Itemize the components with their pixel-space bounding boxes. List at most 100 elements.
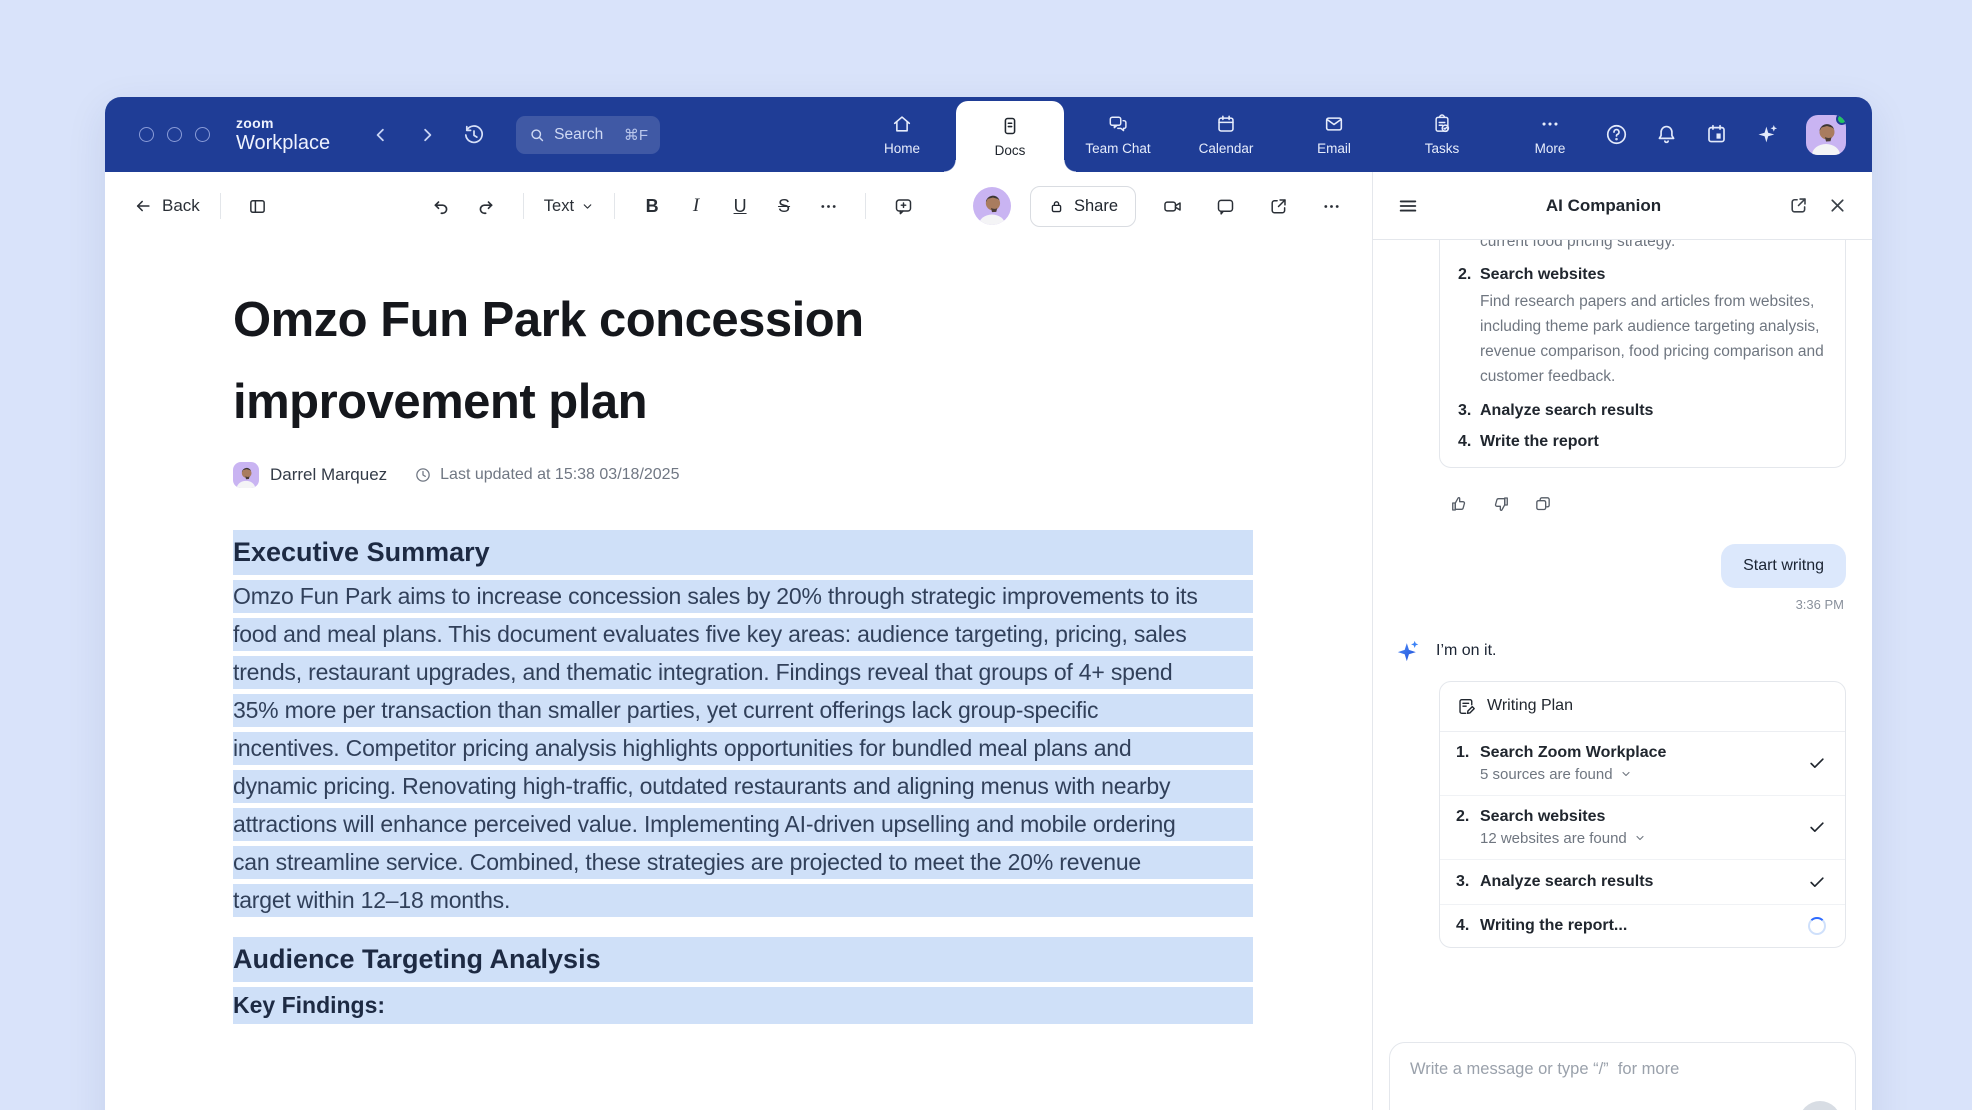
check-icon [1805,817,1829,837]
plan-item-subtext: 12 websites are found [1480,830,1627,847]
back-button[interactable]: Back [133,196,200,216]
plan-item-number: 2. [1456,808,1480,826]
redo-icon[interactable] [469,189,503,223]
text-style-dropdown[interactable]: Text [544,197,594,216]
user-avatar[interactable] [1806,115,1846,155]
notifications-bell-icon[interactable] [1654,122,1679,147]
paragraph-line: food and meal plans. This document evalu… [233,618,1253,651]
paragraph-line: target within 12–18 months. [233,884,1253,917]
undo-icon[interactable] [425,189,459,223]
share-button[interactable]: Share [1030,186,1136,227]
more-actions-icon[interactable] [1314,189,1348,223]
chevron-down-icon [581,200,594,213]
ai-message-composer[interactable] [1389,1042,1856,1110]
message-timestamp: 3:36 PM [1401,597,1844,612]
paragraph-line: 35% more per transaction than smaller pa… [233,694,1253,727]
executive-summary-paragraph: Omzo Fun Park aims to increase concessio… [233,580,1253,917]
bold-button[interactable]: B [635,189,669,223]
document-body[interactable]: Omzo Fun Park concession improvement pla… [233,292,1253,1024]
tab-home[interactable]: Home [848,97,956,172]
ai-conversation-scroll[interactable]: current food pricing strategy. 2. Search… [1373,240,1872,1026]
title-line-2: improvement plan [233,374,1253,432]
last-updated: Last updated at 15:38 03/18/2025 [414,466,679,484]
top-navigation-bar: zoom Workplace Search ⌘F Home [105,97,1872,172]
ai-plan-message-card: current food pricing strategy. 2. Search… [1439,240,1846,468]
send-button[interactable] [1799,1101,1841,1110]
document-toolbar: Back Text [105,172,1372,240]
ai-companion-panel: AI Companion current food pricing strate… [1372,172,1872,1110]
nav-back-icon[interactable] [372,126,390,144]
plan-item: 3. Analyze search results [1440,860,1845,905]
home-icon [891,113,913,135]
writing-plan-card: Writing Plan 1. Search Zoom Workplace 5 … [1439,681,1846,948]
subheading-key-findings: Key Findings: [233,987,1253,1024]
document-area: Back Text [105,172,1372,1110]
tab-team-chat[interactable]: Team Chat [1064,97,1172,172]
window-minimize-button[interactable] [167,127,182,142]
plan-item-title: Analyze search results [1480,873,1653,891]
menu-hamburger-icon[interactable] [1397,195,1419,217]
check-icon [1805,872,1829,892]
paragraph-line: can streamline service. Combined, these … [233,846,1253,879]
step-title: Analyze search results [1480,402,1653,420]
tab-label: Docs [995,143,1026,158]
window-maximize-button[interactable] [195,127,210,142]
formatting-tools: Text B I U S [425,189,920,223]
tab-calendar[interactable]: Calendar [1172,97,1280,172]
plan-item: 2. Search websites 12 websites are found [1440,796,1845,860]
video-meeting-icon[interactable] [1155,189,1189,223]
step-title: Write the report [1480,433,1599,451]
italic-button[interactable]: I [679,189,713,223]
ai-companion-sparkle-icon[interactable] [1754,121,1781,148]
tab-label: Calendar [1199,141,1254,156]
toolbar-divider [865,193,866,219]
calendar-today-icon[interactable] [1704,122,1729,147]
tab-docs[interactable]: Docs [956,101,1064,172]
collaborator-avatar[interactable] [973,187,1011,225]
search-input[interactable]: Search ⌘F [516,116,660,154]
nav-forward-icon[interactable] [418,126,436,144]
more-formatting-icon[interactable] [811,189,845,223]
plan-step: 2. Search websites Find research papers … [1458,266,1827,389]
thumbs-up-icon[interactable] [1449,494,1469,514]
plan-item-sources[interactable]: 5 sources are found [1480,766,1805,783]
writing-plan-icon [1456,696,1477,717]
logo-workplace-text: Workplace [236,133,330,153]
plan-item-subtext: 5 sources are found [1480,766,1613,783]
pop-out-icon[interactable] [1788,195,1809,216]
step-description: Find research papers and articles from w… [1480,289,1827,389]
chat-icon[interactable] [1208,189,1242,223]
toggle-sidebar-icon[interactable] [241,189,275,223]
copy-icon[interactable] [1533,494,1553,514]
ai-panel-title: AI Companion [1419,196,1788,216]
open-external-icon[interactable] [1261,189,1295,223]
document-title: Omzo Fun Park concession improvement pla… [233,292,1253,432]
help-icon[interactable] [1604,122,1629,147]
message-input[interactable] [1410,1060,1771,1079]
window-controls [139,127,210,142]
calendar-icon [1215,113,1237,135]
author-name: Darrel Marquez [270,465,387,485]
tab-more[interactable]: More [1496,97,1604,172]
writing-plan-header: Writing Plan [1440,682,1845,732]
tab-tasks[interactable]: Tasks [1388,97,1496,172]
search-placeholder: Search [554,126,603,144]
plan-item-sources[interactable]: 12 websites are found [1480,830,1805,847]
plan-item-number: 3. [1456,873,1480,891]
author-avatar [233,462,259,488]
check-icon [1805,753,1829,773]
plan-item-title: Search Zoom Workplace [1480,744,1666,762]
thumbs-down-icon[interactable] [1491,494,1511,514]
logo-zoom-text: zoom [236,116,330,130]
history-icon[interactable] [462,123,486,147]
window-close-button[interactable] [139,127,154,142]
title-line-1: Omzo Fun Park concession [233,292,1253,350]
plan-item-number: 1. [1456,744,1480,762]
toolbar-divider [614,193,615,219]
paragraph-line: incentives. Competitor pricing analysis … [233,732,1253,765]
tab-email[interactable]: Email [1280,97,1388,172]
strikethrough-button[interactable]: S [767,189,801,223]
close-icon[interactable] [1827,195,1848,216]
underline-button[interactable]: U [723,189,757,223]
add-comment-icon[interactable] [886,189,920,223]
